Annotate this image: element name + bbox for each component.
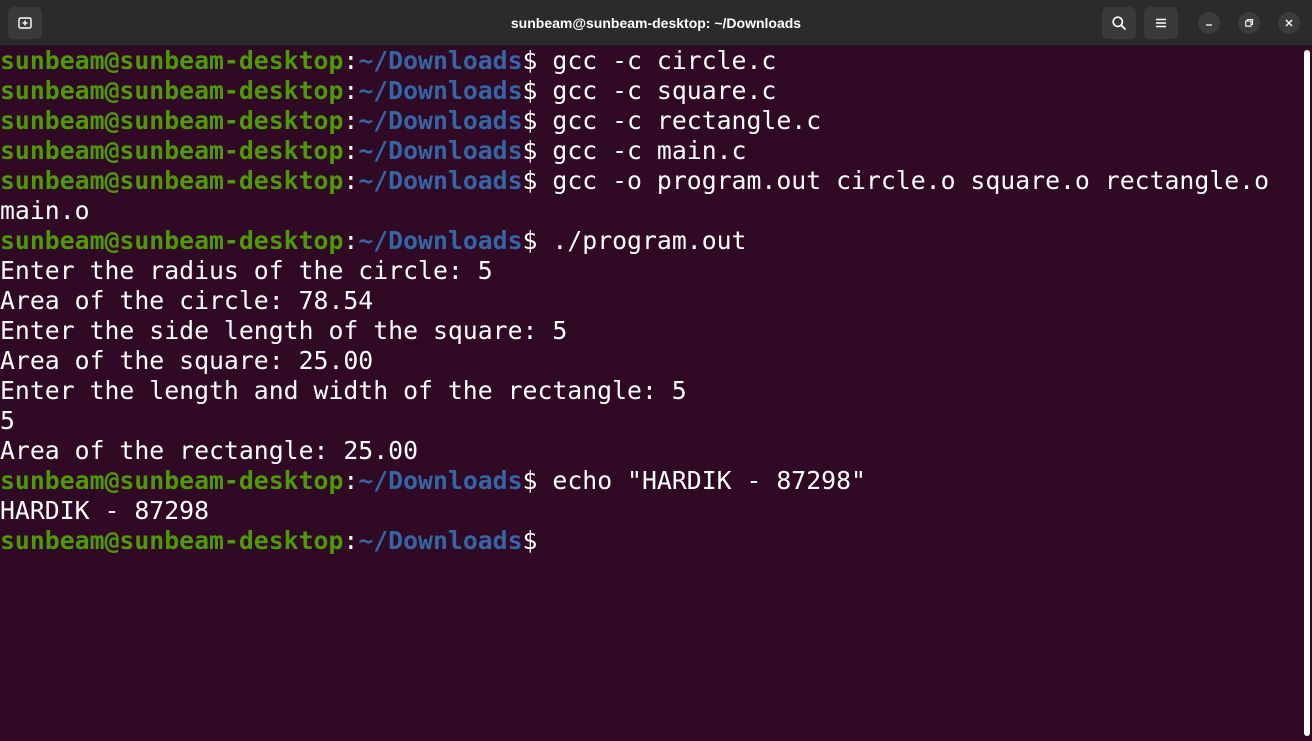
prompt-user-host: sunbeam@sunbeam-desktop: [0, 136, 344, 165]
terminal-window: sunbeam@sunbeam-desktop: ~/Downloads sun…: [0, 0, 1312, 741]
prompt-symbol: $: [522, 466, 538, 495]
output-line: HARDIK - 87298: [0, 496, 210, 525]
prompt-user-host: sunbeam@sunbeam-desktop: [0, 526, 344, 555]
prompt-path: ~/Downloads: [358, 106, 523, 135]
command-text: gcc -o program.out circle.o square.o rec…: [537, 166, 1270, 195]
scrollbar-thumb[interactable]: [1304, 50, 1310, 736]
prompt-path: ~/Downloads: [358, 466, 523, 495]
command-text: echo "HARDIK - 87298": [537, 466, 866, 495]
prompt-line: sunbeam@sunbeam-desktop:~/Downloads$ ech…: [0, 466, 1302, 496]
output-line: Area of the square: 25.00: [0, 346, 374, 375]
prompt-colon: :: [343, 46, 359, 75]
prompt-colon: :: [343, 136, 359, 165]
prompt-line: sunbeam@sunbeam-desktop:~/Downloads$ gcc…: [0, 166, 1302, 196]
prompt-colon: :: [343, 466, 359, 495]
search-button[interactable]: [1102, 7, 1136, 39]
close-icon: [1285, 19, 1293, 27]
output-line: main.o: [0, 196, 90, 225]
command-text: ./program.out: [537, 226, 747, 255]
prompt-line: sunbeam@sunbeam-desktop:~/Downloads$ ./p…: [0, 226, 1302, 256]
minimize-icon: [1206, 24, 1212, 26]
command-text: gcc -c main.c: [537, 136, 747, 165]
prompt-colon: :: [343, 76, 359, 105]
command-text: gcc -c rectangle.c: [537, 106, 822, 135]
prompt-user-host: sunbeam@sunbeam-desktop: [0, 226, 344, 255]
prompt-line: sunbeam@sunbeam-desktop:~/Downloads$ gcc…: [0, 46, 1302, 76]
prompt-line: sunbeam@sunbeam-desktop:~/Downloads$ gcc…: [0, 76, 1302, 106]
close-button[interactable]: [1278, 12, 1300, 34]
new-tab-icon: [18, 17, 32, 29]
prompt-line: sunbeam@sunbeam-desktop:~/Downloads$ gcc…: [0, 106, 1302, 136]
minimize-button[interactable]: [1198, 12, 1220, 34]
prompt-line: sunbeam@sunbeam-desktop:~/Downloads$ gcc…: [0, 136, 1302, 166]
output-line: Enter the length and width of the rectan…: [0, 376, 687, 405]
output-line: Area of the rectangle: 25.00: [0, 436, 419, 465]
command-text: gcc -c circle.c: [537, 46, 777, 75]
output-line: Enter the radius of the circle: 5: [0, 256, 493, 285]
prompt-symbol: $: [522, 166, 538, 195]
output-line: Area of the circle: 78.54: [0, 286, 374, 315]
prompt-symbol: $: [522, 226, 538, 255]
prompt-path: ~/Downloads: [358, 76, 523, 105]
hamburger-menu-icon: [1156, 18, 1166, 28]
maximize-button[interactable]: [1238, 12, 1260, 34]
prompt-path: ~/Downloads: [358, 166, 523, 195]
prompt-path: ~/Downloads: [358, 526, 523, 555]
output-line: 5: [0, 406, 15, 435]
prompt-user-host: sunbeam@sunbeam-desktop: [0, 106, 344, 135]
scrollbar[interactable]: [1302, 46, 1312, 741]
prompt-user-host: sunbeam@sunbeam-desktop: [0, 166, 344, 195]
prompt-colon: :: [343, 226, 359, 255]
search-icon: [1112, 16, 1126, 30]
prompt-symbol: $: [522, 46, 538, 75]
prompt-symbol: $: [522, 136, 538, 165]
command-text: gcc -c square.c: [537, 76, 777, 105]
new-tab-button[interactable]: [8, 7, 42, 39]
prompt-colon: :: [343, 106, 359, 135]
prompt-user-host: sunbeam@sunbeam-desktop: [0, 466, 344, 495]
prompt-symbol: $: [522, 76, 538, 105]
prompt-colon: :: [343, 166, 359, 195]
output-line: Enter the side length of the square: 5: [0, 316, 568, 345]
prompt-symbol: $: [522, 526, 538, 555]
prompt-line: sunbeam@sunbeam-desktop:~/Downloads$: [0, 526, 1302, 556]
prompt-user-host: sunbeam@sunbeam-desktop: [0, 46, 344, 75]
prompt-user-host: sunbeam@sunbeam-desktop: [0, 76, 344, 105]
menu-button[interactable]: [1144, 7, 1178, 39]
restore-icon: [1245, 18, 1254, 27]
prompt-path: ~/Downloads: [358, 136, 523, 165]
prompt-path: ~/Downloads: [358, 46, 523, 75]
title-bar[interactable]: sunbeam@sunbeam-desktop: ~/Downloads: [0, 0, 1312, 46]
prompt-path: ~/Downloads: [358, 226, 523, 255]
prompt-colon: :: [343, 526, 359, 555]
terminal-output[interactable]: sunbeam@sunbeam-desktop:~/Downloads$ gcc…: [0, 46, 1302, 741]
prompt-symbol: $: [522, 106, 538, 135]
